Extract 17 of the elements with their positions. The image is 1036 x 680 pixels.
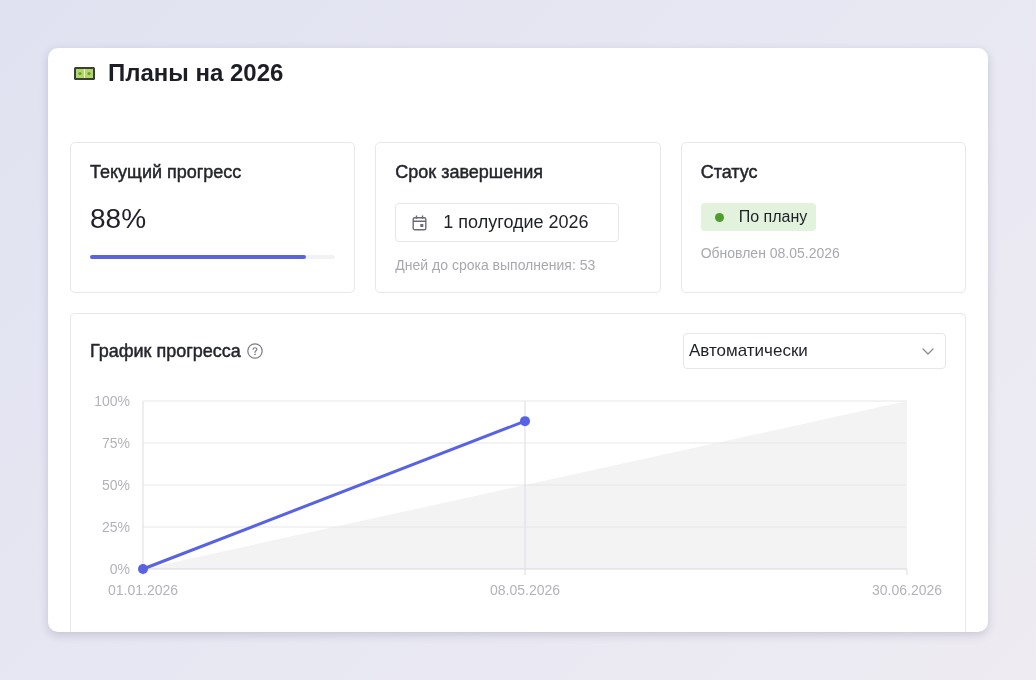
axis-label: 0%: [109, 561, 130, 577]
axis-label: 75%: [101, 435, 130, 451]
status-text: По плану: [738, 208, 808, 226]
axis-label: 01.01.2026: [107, 582, 179, 598]
chart-title: График прогресса: [90, 340, 241, 362]
axis-label: 100%: [94, 393, 130, 409]
axis-label: 25%: [101, 519, 130, 535]
page-title: Планы на 2026: [108, 60, 284, 86]
progress-value: 88%: [90, 202, 147, 236]
deadline-hint: Дней до срока выполнения: 53: [395, 257, 596, 273]
card-title: Срок завершения: [395, 161, 544, 183]
updated-date: Обновлен 08.05.2026: [700, 245, 840, 261]
card-title: Статус: [700, 161, 758, 183]
card-title: Текущий прогресс: [90, 161, 242, 183]
axis-label: 08.05.2026: [489, 582, 561, 598]
axis-label: 30.06.2026: [871, 582, 943, 598]
axis-label: 50%: [101, 477, 130, 493]
